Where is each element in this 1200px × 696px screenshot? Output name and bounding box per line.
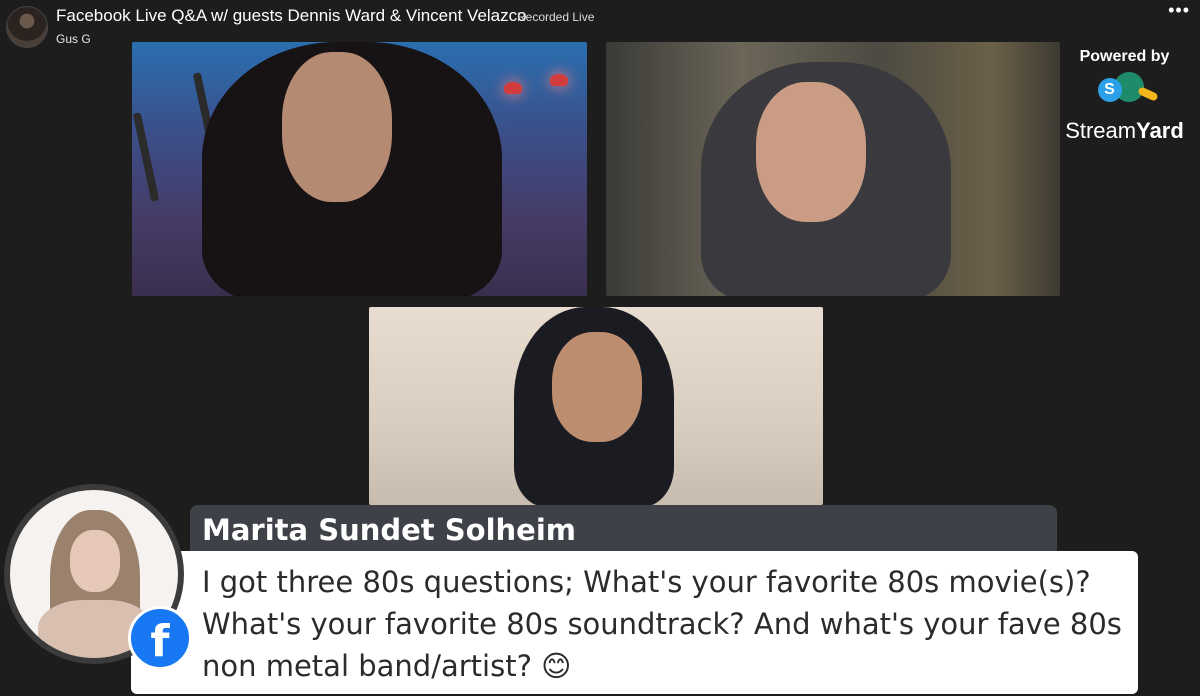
comment-author-name: Marita Sundet Solheim	[202, 513, 576, 547]
logo-letter: S	[1097, 78, 1122, 102]
video-tile-guest-3	[369, 307, 823, 505]
channel-avatar[interactable]	[6, 6, 48, 48]
video-tile-guest-1	[132, 42, 587, 296]
streamyard-wordmark: StreamYard	[1065, 118, 1184, 143]
lamp-decor	[550, 74, 568, 86]
lamp-decor	[504, 82, 522, 94]
video-title: Facebook Live Q&A w/ guests Dennis Ward …	[56, 6, 527, 25]
comment-overlay: I got three 80s questions; What's your f…	[131, 551, 1138, 694]
streamyard-logo-icon: S	[1094, 72, 1159, 116]
video-tile-guest-2	[606, 42, 1060, 296]
powered-by-label: Powered by	[1079, 48, 1170, 65]
participant-face	[552, 332, 642, 442]
more-options-button[interactable]: •••	[1168, 0, 1190, 21]
recorded-live-label: Recorded Live	[517, 10, 595, 24]
facebook-icon: f	[128, 606, 192, 670]
comment-author-bar: Marita Sundet Solheim	[190, 505, 1057, 551]
guitar-decor	[132, 112, 160, 202]
participant-face	[282, 52, 392, 202]
comment-text: I got three 80s questions; What's your f…	[202, 565, 1122, 683]
participant-face	[756, 82, 866, 222]
channel-name[interactable]: Gus G	[56, 32, 91, 46]
beak-icon	[1136, 86, 1159, 102]
streamyard-branding: Powered by S StreamYard	[1057, 44, 1192, 154]
